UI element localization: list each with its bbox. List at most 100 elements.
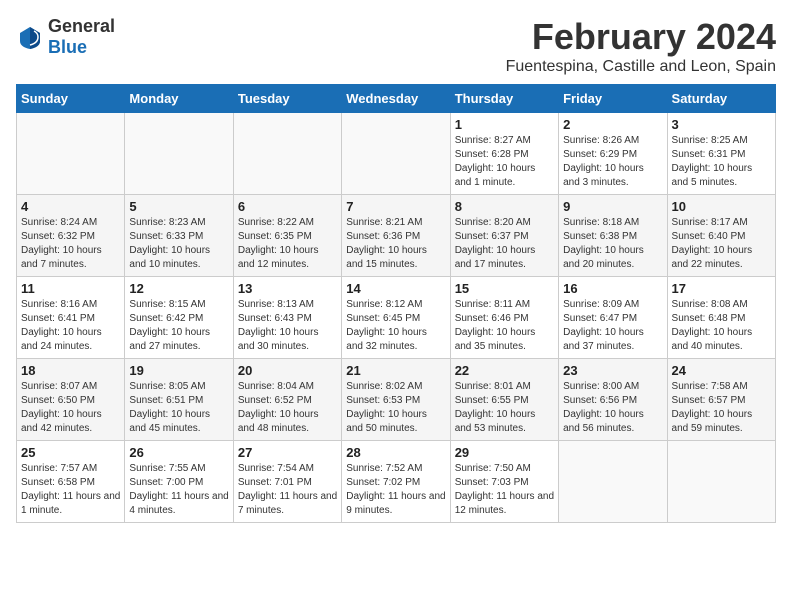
day-detail: Sunrise: 8:13 AM Sunset: 6:43 PM Dayligh…: [238, 298, 337, 354]
calendar-cell: 17 Sunrise: 8:08 AM Sunset: 6:48 PM Dayli…: [667, 277, 775, 359]
calendar-cell: 29 Sunrise: 7:50 AM Sunset: 7:03 PM Dayli…: [450, 441, 558, 523]
day-detail: Sunrise: 7:54 AM Sunset: 7:01 PM Dayligh…: [238, 462, 337, 518]
day-number: 9: [563, 199, 662, 214]
day-number: 11: [21, 281, 120, 296]
day-number: 8: [455, 199, 554, 214]
day-detail: Sunrise: 8:17 AM Sunset: 6:40 PM Dayligh…: [672, 216, 771, 272]
calendar-cell: 3Sunrise: 8:25 AM Sunset: 6:31 PM Daylig…: [667, 113, 775, 195]
calendar-cell: 26Sunrise: 7:55 AM Sunset: 7:00 PM Dayli…: [125, 441, 233, 523]
day-detail: Sunrise: 8:12 AM Sunset: 6:45 PM Dayligh…: [346, 298, 445, 354]
day-detail: Sunrise: 8:07 AM Sunset: 6:50 PM Dayligh…: [21, 380, 120, 436]
header-day-saturday: Saturday: [667, 85, 775, 113]
day-detail: Sunrise: 7:58 AM Sunset: 6:57 PM Dayligh…: [672, 380, 771, 436]
day-number: 12: [129, 281, 228, 296]
day-number: 24: [672, 363, 771, 378]
calendar-cell: 18Sunrise: 8:07 AM Sunset: 6:50 PM Dayli…: [17, 359, 125, 441]
calendar-cell: 25Sunrise: 7:57 AM Sunset: 6:58 PM Dayli…: [17, 441, 125, 523]
calendar-cell: 20 Sunrise: 8:04 AM Sunset: 6:52 PM Dayli…: [233, 359, 341, 441]
calendar-cell: 4 Sunrise: 8:24 AM Sunset: 6:32 PM Daylig…: [17, 195, 125, 277]
calendar-cell: 12 Sunrise: 8:15 AM Sunset: 6:42 PM Dayli…: [125, 277, 233, 359]
day-number: 13: [238, 281, 337, 296]
calendar-cell: 24 Sunrise: 7:58 AM Sunset: 6:57 PM Dayli…: [667, 359, 775, 441]
calendar-week-row: 4 Sunrise: 8:24 AM Sunset: 6:32 PM Daylig…: [17, 195, 776, 277]
day-detail: Sunrise: 8:23 AM Sunset: 6:33 PM Dayligh…: [129, 216, 228, 272]
page-header: General Blue February 2024 Fuentespina, …: [16, 16, 776, 76]
day-detail: Sunrise: 8:04 AM Sunset: 6:52 PM Dayligh…: [238, 380, 337, 436]
day-detail: Sunrise: 8:02 AM Sunset: 6:53 PM Dayligh…: [346, 380, 445, 436]
calendar-cell: [559, 441, 667, 523]
day-number: 14: [346, 281, 445, 296]
header-day-friday: Friday: [559, 85, 667, 113]
day-detail: Sunrise: 8:24 AM Sunset: 6:32 PM Dayligh…: [21, 216, 120, 272]
day-detail: Sunrise: 8:08 AM Sunset: 6:48 PM Dayligh…: [672, 298, 771, 354]
day-detail: Sunrise: 8:26 AM Sunset: 6:29 PM Dayligh…: [563, 134, 662, 190]
calendar-cell: 27 Sunrise: 7:54 AM Sunset: 7:01 PM Dayli…: [233, 441, 341, 523]
day-number: 6: [238, 199, 337, 214]
calendar-cell: 13 Sunrise: 8:13 AM Sunset: 6:43 PM Dayli…: [233, 277, 341, 359]
header-day-monday: Monday: [125, 85, 233, 113]
day-number: 15: [455, 281, 554, 296]
day-detail: Sunrise: 8:05 AM Sunset: 6:51 PM Dayligh…: [129, 380, 228, 436]
day-number: 17: [672, 281, 771, 296]
day-number: 19: [129, 363, 228, 378]
calendar-subtitle: Fuentespina, Castille and Leon, Spain: [506, 58, 776, 76]
day-number: 21: [346, 363, 445, 378]
calendar-cell: 28Sunrise: 7:52 AM Sunset: 7:02 PM Dayli…: [342, 441, 450, 523]
calendar-cell: 1 Sunrise: 8:27 AM Sunset: 6:28 PM Daylig…: [450, 113, 558, 195]
calendar-cell: [233, 113, 341, 195]
calendar-cell: 6 Sunrise: 8:22 AM Sunset: 6:35 PM Daylig…: [233, 195, 341, 277]
day-detail: Sunrise: 8:16 AM Sunset: 6:41 PM Dayligh…: [21, 298, 120, 354]
calendar-cell: 19 Sunrise: 8:05 AM Sunset: 6:51 PM Dayli…: [125, 359, 233, 441]
logo-icon: [16, 23, 44, 51]
day-number: 25: [21, 445, 120, 460]
day-number: 7: [346, 199, 445, 214]
calendar-cell: 10 Sunrise: 8:17 AM Sunset: 6:40 PM Dayli…: [667, 195, 775, 277]
day-number: 29: [455, 445, 554, 460]
calendar-cell: 15 Sunrise: 8:11 AM Sunset: 6:46 PM Dayli…: [450, 277, 558, 359]
calendar-table: SundayMondayTuesdayWednesdayThursdayFrid…: [16, 84, 776, 523]
day-detail: Sunrise: 8:15 AM Sunset: 6:42 PM Dayligh…: [129, 298, 228, 354]
header-day-thursday: Thursday: [450, 85, 558, 113]
calendar-cell: 23 Sunrise: 8:00 AM Sunset: 6:56 PM Dayli…: [559, 359, 667, 441]
day-number: 2: [563, 117, 662, 132]
calendar-cell: [125, 113, 233, 195]
day-detail: Sunrise: 8:18 AM Sunset: 6:38 PM Dayligh…: [563, 216, 662, 272]
day-detail: Sunrise: 7:50 AM Sunset: 7:03 PM Dayligh…: [455, 462, 554, 518]
calendar-cell: 14 Sunrise: 8:12 AM Sunset: 6:45 PM Dayli…: [342, 277, 450, 359]
calendar-week-row: 18Sunrise: 8:07 AM Sunset: 6:50 PM Dayli…: [17, 359, 776, 441]
day-number: 1: [455, 117, 554, 132]
day-number: 22: [455, 363, 554, 378]
day-number: 20: [238, 363, 337, 378]
day-number: 4: [21, 199, 120, 214]
day-number: 28: [346, 445, 445, 460]
calendar-title: February 2024: [506, 16, 776, 58]
logo: General Blue: [16, 16, 115, 58]
calendar-cell: 2 Sunrise: 8:26 AM Sunset: 6:29 PM Daylig…: [559, 113, 667, 195]
calendar-cell: 7 Sunrise: 8:21 AM Sunset: 6:36 PM Daylig…: [342, 195, 450, 277]
day-detail: Sunrise: 8:22 AM Sunset: 6:35 PM Dayligh…: [238, 216, 337, 272]
calendar-week-row: 25Sunrise: 7:57 AM Sunset: 6:58 PM Dayli…: [17, 441, 776, 523]
calendar-cell: [667, 441, 775, 523]
day-number: 3: [672, 117, 771, 132]
calendar-cell: 5 Sunrise: 8:23 AM Sunset: 6:33 PM Daylig…: [125, 195, 233, 277]
day-detail: Sunrise: 8:11 AM Sunset: 6:46 PM Dayligh…: [455, 298, 554, 354]
calendar-cell: 22Sunrise: 8:01 AM Sunset: 6:55 PM Dayli…: [450, 359, 558, 441]
day-detail: Sunrise: 8:00 AM Sunset: 6:56 PM Dayligh…: [563, 380, 662, 436]
day-number: 27: [238, 445, 337, 460]
calendar-header-row: SundayMondayTuesdayWednesdayThursdayFrid…: [17, 85, 776, 113]
calendar-cell: 16Sunrise: 8:09 AM Sunset: 6:47 PM Dayli…: [559, 277, 667, 359]
day-number: 16: [563, 281, 662, 296]
day-detail: Sunrise: 8:20 AM Sunset: 6:37 PM Dayligh…: [455, 216, 554, 272]
day-detail: Sunrise: 8:21 AM Sunset: 6:36 PM Dayligh…: [346, 216, 445, 272]
day-number: 5: [129, 199, 228, 214]
calendar-week-row: 1 Sunrise: 8:27 AM Sunset: 6:28 PM Daylig…: [17, 113, 776, 195]
header-day-wednesday: Wednesday: [342, 85, 450, 113]
calendar-cell: [17, 113, 125, 195]
day-detail: Sunrise: 8:27 AM Sunset: 6:28 PM Dayligh…: [455, 134, 554, 190]
day-number: 10: [672, 199, 771, 214]
header-day-sunday: Sunday: [17, 85, 125, 113]
day-number: 23: [563, 363, 662, 378]
calendar-cell: 9 Sunrise: 8:18 AM Sunset: 6:38 PM Daylig…: [559, 195, 667, 277]
calendar-title-section: February 2024 Fuentespina, Castille and …: [506, 16, 776, 76]
calendar-cell: 21 Sunrise: 8:02 AM Sunset: 6:53 PM Dayli…: [342, 359, 450, 441]
